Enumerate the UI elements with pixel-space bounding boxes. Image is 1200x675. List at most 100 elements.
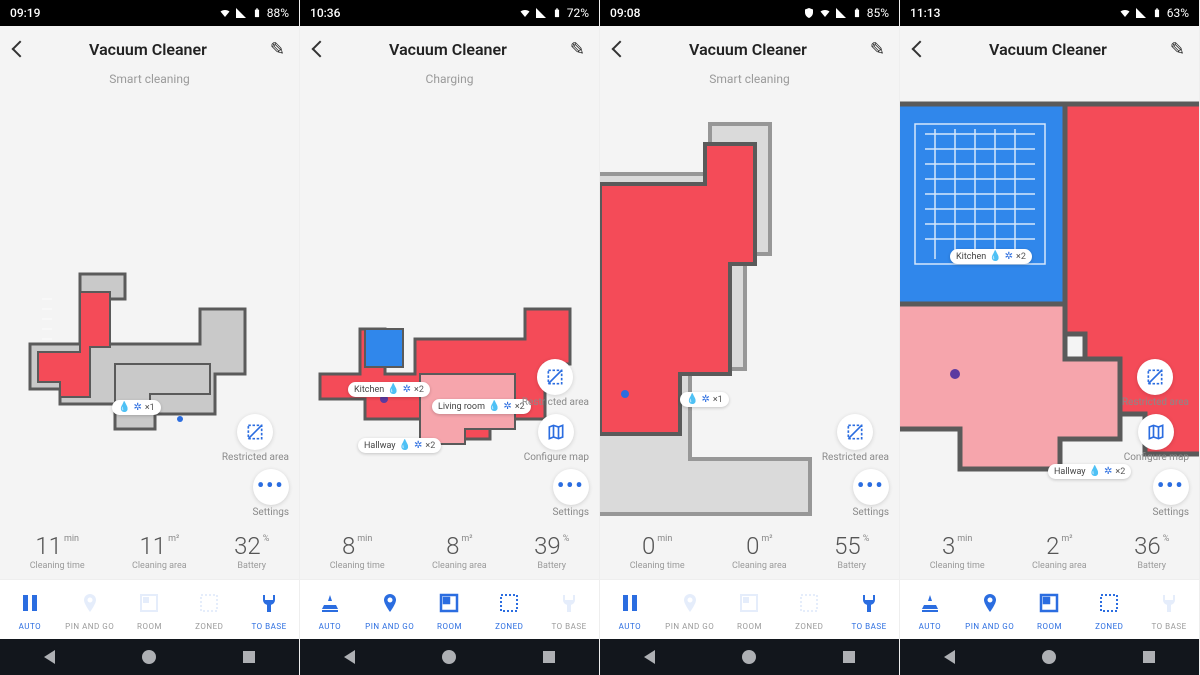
action-zoned[interactable]: ZONED bbox=[482, 590, 536, 631]
map-area[interactable]: 💧 ✲ ×1 Restricted area ••• Settings bbox=[600, 94, 899, 524]
shield-icon bbox=[803, 7, 815, 19]
edit-icon[interactable]: ✎ bbox=[270, 39, 285, 60]
battery-icon bbox=[851, 7, 863, 19]
device-status: Smart cleaning bbox=[600, 72, 899, 94]
action-to-base[interactable]: TO BASE bbox=[1142, 590, 1196, 631]
water-icon: 💧 bbox=[387, 384, 399, 395]
water-icon: 💧 bbox=[399, 440, 411, 451]
room-icon bbox=[736, 590, 762, 616]
map-area[interactable]: Kitchen 💧 ✲ ×2 Living room 💧 ✲ ×2 Hallwa… bbox=[300, 94, 599, 524]
zone-icon bbox=[796, 590, 822, 616]
action-pin-and-go[interactable]: PIN AND GO bbox=[363, 590, 417, 631]
nav-back-icon[interactable] bbox=[644, 650, 655, 664]
status-time: 11:13 bbox=[910, 6, 940, 20]
nav-recent-icon[interactable] bbox=[843, 651, 855, 663]
wifi-icon bbox=[519, 7, 531, 19]
configure-map-button[interactable]: Configure map bbox=[524, 414, 589, 463]
stat-battery: 55%Battery bbox=[834, 534, 869, 571]
action-auto[interactable]: AUTO bbox=[603, 590, 657, 631]
stat-cleaning-time: 11min Cleaning time bbox=[30, 534, 85, 571]
restricted-area-button[interactable]: Restricted area bbox=[822, 414, 889, 463]
zone-icon bbox=[1096, 590, 1122, 616]
restricted-area-button[interactable]: Restricted area bbox=[522, 359, 589, 408]
action-to-base[interactable]: TO BASE bbox=[542, 590, 596, 631]
water-icon: 💧 bbox=[1089, 466, 1101, 477]
action-zoned[interactable]: ZONED bbox=[182, 590, 236, 631]
action-pin-and-go[interactable]: PIN AND GO bbox=[63, 590, 117, 631]
back-icon[interactable] bbox=[312, 41, 329, 58]
room-tag-kitchen[interactable]: Kitchen 💧 ✲ ×2 bbox=[348, 382, 430, 397]
nav-home-icon[interactable] bbox=[742, 650, 756, 664]
map-area[interactable]: 💧 ✲ ×1 Restricted area ••• Settings bbox=[0, 94, 299, 524]
action-auto[interactable]: AUTO bbox=[303, 590, 357, 631]
nav-recent-icon[interactable] bbox=[243, 651, 255, 663]
settings-button[interactable]: ••• Settings bbox=[552, 469, 589, 518]
room-tag-kitchen[interactable]: Kitchen 💧 ✲ ×2 bbox=[950, 249, 1032, 264]
wifi-icon bbox=[819, 7, 831, 19]
settings-button[interactable]: ••• Settings bbox=[252, 469, 289, 518]
room-tag-living-room[interactable]: Living room 💧 ✲ ×2 bbox=[432, 399, 531, 414]
back-icon[interactable] bbox=[612, 41, 629, 58]
vacuum-icon bbox=[317, 590, 343, 616]
action-room[interactable]: ROOM bbox=[422, 590, 476, 631]
edit-icon[interactable]: ✎ bbox=[1170, 39, 1185, 60]
statusbar: 10:36 72% bbox=[300, 0, 599, 26]
status-battery: 88% bbox=[267, 6, 289, 20]
action-room[interactable]: ROOM bbox=[122, 590, 176, 631]
action-room[interactable]: ROOM bbox=[722, 590, 776, 631]
nav-home-icon[interactable] bbox=[1042, 650, 1056, 664]
configure-map-button[interactable]: Configure map bbox=[1124, 414, 1189, 463]
room-tag[interactable]: 💧 ✲ ×1 bbox=[680, 392, 729, 407]
status-time: 10:36 bbox=[310, 6, 340, 20]
pause-icon bbox=[17, 590, 43, 616]
action-to-base[interactable]: TO BASE bbox=[842, 590, 896, 631]
nav-recent-icon[interactable] bbox=[543, 651, 555, 663]
water-icon: 💧 bbox=[686, 394, 698, 405]
stat-cleaning-area: 11m² Cleaning area bbox=[132, 534, 187, 571]
action-auto[interactable]: AUTO bbox=[3, 590, 57, 631]
statusbar: 09:19 88% bbox=[0, 0, 299, 26]
action-bar: AUTO PIN AND GO ROOM ZONED TO BASE bbox=[600, 579, 899, 639]
screen-1: 09:19 88% Vacuum Cleaner ✎ Smart cleanin… bbox=[0, 0, 300, 675]
settings-button[interactable]: ••• Settings bbox=[852, 469, 889, 518]
back-icon[interactable] bbox=[912, 41, 929, 58]
nav-back-icon[interactable] bbox=[44, 650, 55, 664]
android-navbar bbox=[0, 639, 299, 675]
room-tag-hallway[interactable]: Hallway 💧 ✲ ×2 bbox=[1048, 464, 1131, 479]
action-room[interactable]: ROOM bbox=[1022, 590, 1076, 631]
action-to-base[interactable]: TO BASE bbox=[242, 590, 296, 631]
wifi-icon bbox=[219, 7, 231, 19]
edit-icon[interactable]: ✎ bbox=[870, 39, 885, 60]
nav-home-icon[interactable] bbox=[442, 650, 456, 664]
app-header: Vacuum Cleaner ✎ bbox=[0, 26, 299, 72]
back-icon[interactable] bbox=[12, 41, 29, 58]
action-zoned[interactable]: ZONED bbox=[1082, 590, 1136, 631]
room-tag[interactable]: 💧 ✲ ×1 bbox=[112, 400, 161, 415]
screen-3: 09:08 85% Vacuum Cleaner ✎ Smart cleanin… bbox=[600, 0, 900, 675]
nav-home-icon[interactable] bbox=[142, 650, 156, 664]
battery-icon bbox=[251, 7, 263, 19]
restricted-area-button[interactable]: Restricted area bbox=[1122, 359, 1189, 408]
restricted-area-button[interactable]: Restricted area bbox=[222, 414, 289, 463]
fan-icon: ✲ bbox=[133, 402, 141, 413]
map-area[interactable]: Kitchen 💧 ✲ ×2 Hallway 💧 ✲ ×2 Restricted… bbox=[900, 94, 1199, 524]
action-pin-and-go[interactable]: PIN AND GO bbox=[663, 590, 717, 631]
room-tag-hallway[interactable]: Hallway 💧 ✲ ×2 bbox=[358, 438, 441, 453]
nav-back-icon[interactable] bbox=[344, 650, 355, 664]
action-pin-and-go[interactable]: PIN AND GO bbox=[963, 590, 1017, 631]
signal-icon bbox=[535, 7, 547, 19]
nav-recent-icon[interactable] bbox=[1143, 651, 1155, 663]
android-navbar bbox=[600, 639, 899, 675]
vacuum-icon bbox=[917, 590, 943, 616]
stat-cleaning-time: 8minCleaning time bbox=[330, 534, 385, 571]
settings-button[interactable]: ••• Settings bbox=[1152, 469, 1189, 518]
device-status: Smart cleaning bbox=[0, 72, 299, 94]
edit-icon[interactable]: ✎ bbox=[570, 39, 585, 60]
plug-icon bbox=[256, 590, 282, 616]
action-zoned[interactable]: ZONED bbox=[782, 590, 836, 631]
nav-back-icon[interactable] bbox=[944, 650, 955, 664]
water-icon: 💧 bbox=[989, 251, 1001, 262]
action-auto[interactable]: AUTO bbox=[903, 590, 957, 631]
app-header: Vacuum Cleaner ✎ bbox=[600, 26, 899, 72]
action-bar: AUTO PIN AND GO ROOM ZONED TO BASE bbox=[300, 579, 599, 639]
